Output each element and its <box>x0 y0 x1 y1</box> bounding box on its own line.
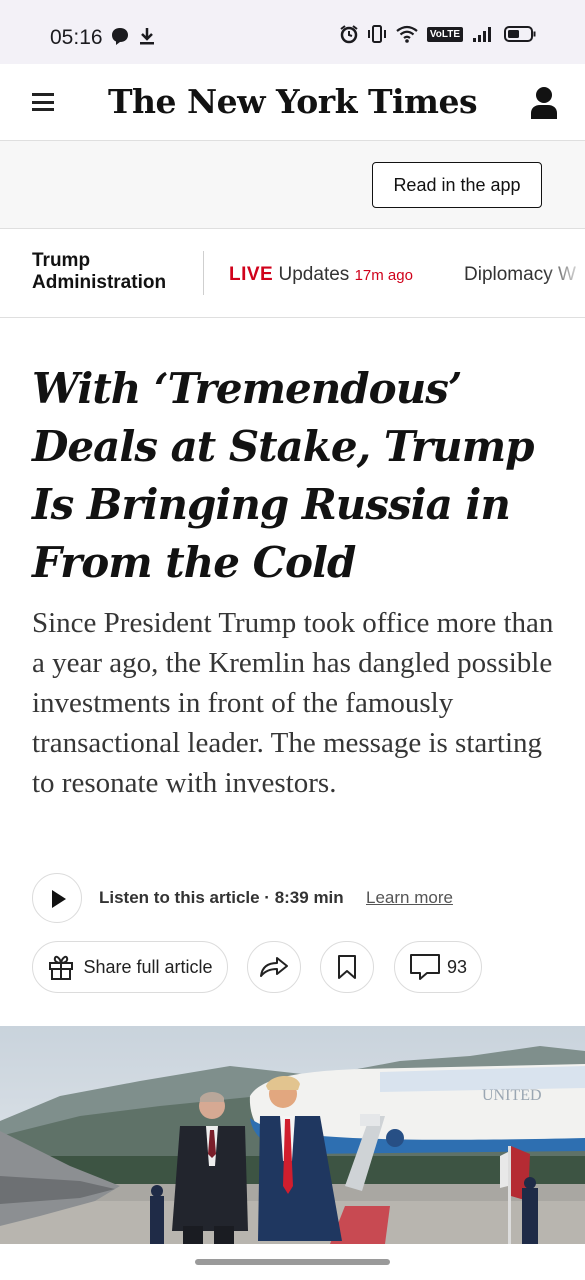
lead-photo: UNITED <box>0 1026 585 1244</box>
live-updates-link[interactable]: LIVE Updates 17m ago <box>229 264 413 286</box>
nav-fade <box>545 229 585 317</box>
download-icon <box>140 28 154 45</box>
account-icon[interactable] <box>530 86 558 120</box>
wifi-icon <box>396 25 418 43</box>
status-bar: 05:16 VoLTE <box>0 0 585 64</box>
alarm-icon <box>340 25 358 44</box>
home-indicator[interactable] <box>195 1259 390 1265</box>
comment-icon <box>409 954 440 980</box>
learn-more-link[interactable]: Learn more <box>366 888 453 908</box>
article-summary: Since President Trump took office more t… <box>32 607 554 799</box>
masthead: The New York Times <box>0 64 585 141</box>
comment-count: 93 <box>446 956 468 977</box>
status-right-icons: VoLTE <box>339 24 537 44</box>
share-full-article-button[interactable]: Share full article <box>32 941 228 993</box>
status-time: 05:16 <box>50 26 103 49</box>
read-in-app-button[interactable]: Read in the app <box>372 162 542 208</box>
live-badge: LIVE <box>229 264 274 285</box>
share-arrow-icon <box>260 957 288 977</box>
live-timestamp: 17m ago <box>354 267 413 284</box>
section-divider <box>203 251 204 295</box>
play-icon <box>52 890 66 908</box>
nyt-logo[interactable]: The New York Times <box>0 82 585 121</box>
section-nav: Trump Administration LIVE Updates 17m ag… <box>0 229 585 318</box>
save-article-button[interactable] <box>320 941 374 993</box>
play-audio-button[interactable] <box>32 873 82 923</box>
app-promo-bar: Read in the app <box>0 141 585 229</box>
chat-bubble-icon <box>112 28 128 45</box>
signal-icon <box>473 27 491 42</box>
gift-icon <box>49 955 74 980</box>
article-headline: With ‘Tremendous’ Deals at Stake, Trump … <box>32 364 535 587</box>
bookmark-icon <box>338 955 356 979</box>
section-name[interactable]: Trump Administration <box>32 250 197 294</box>
vibrate-icon <box>367 25 386 43</box>
share-label: Share full article <box>83 956 213 977</box>
battery-icon <box>504 26 536 42</box>
comments-button[interactable]: 93 <box>394 941 482 993</box>
live-updates-text: Updates <box>278 264 350 285</box>
share-button[interactable] <box>247 941 301 993</box>
volte-icon: VoLTE <box>426 26 463 42</box>
status-left-icons <box>110 26 156 46</box>
listen-label: Listen to this article · 8:39 min <box>99 888 344 907</box>
plane-lettering: UNITED <box>482 1087 542 1104</box>
